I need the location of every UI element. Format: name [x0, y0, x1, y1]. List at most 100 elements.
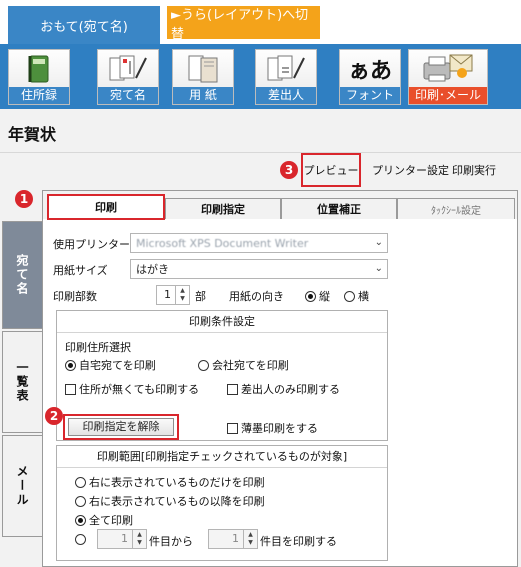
ribbon-label: 差出人: [256, 87, 316, 104]
print-conditions-group: 印刷条件設定 印刷住所選択 自宅宛てを印刷 会社宛てを印刷 住所が無くても印刷す…: [45, 310, 388, 441]
top-tab-bar: おもて(宛て名) ►うら(レイアウト)へ切替: [0, 0, 521, 44]
paper-size-label: 用紙サイズ: [53, 264, 108, 277]
release-button-label: 印刷指定を解除: [68, 418, 174, 436]
sender-icon: [256, 50, 316, 88]
radio-selected-icon: [305, 291, 316, 302]
inner-tab-bar: 印刷 印刷指定 位置補正 ﾀｯｸｼｰﾙ設定: [43, 191, 517, 220]
print-panel: 印刷 印刷指定 位置補正 ﾀｯｸｼｰﾙ設定 使用プリンター Microsoft …: [42, 190, 518, 567]
tab-position-adjust[interactable]: 位置補正: [281, 198, 397, 219]
home-address-radio[interactable]: 自宅宛てを印刷: [65, 357, 156, 373]
spinner-arrows-icon[interactable]: ▲ ▼: [243, 530, 257, 548]
range-to-stepper[interactable]: 1 ▲ ▼: [208, 529, 258, 549]
radio-empty-icon: [75, 496, 86, 507]
orientation-portrait-radio[interactable]: 縦: [305, 288, 330, 304]
checkbox-icon: [227, 423, 238, 434]
tab-print-spec[interactable]: 印刷指定: [165, 198, 281, 219]
side-tab-atena[interactable]: 宛て名: [2, 221, 42, 329]
range-from-label: 件目から: [149, 535, 193, 548]
callout-badge-2: 2: [45, 407, 63, 425]
range-from-stepper[interactable]: 1 ▲ ▼: [97, 529, 147, 549]
company-address-radio[interactable]: 会社宛てを印刷: [198, 357, 289, 373]
chevron-down-icon: ⌄: [374, 263, 383, 274]
radio-label: 右に表示されているもの以降を印刷: [89, 495, 265, 508]
sender-only-checkbox[interactable]: 差出人のみ印刷する: [227, 381, 340, 397]
checkbox-label: 差出人のみ印刷する: [241, 383, 340, 396]
chevron-down-icon: ⌄: [374, 237, 383, 248]
radio-selected-icon: [75, 515, 86, 526]
range-all-radio[interactable]: 全て印刷: [75, 512, 133, 528]
radio-empty-icon: [75, 534, 86, 545]
tab-front-address[interactable]: おもて(宛て名): [8, 6, 160, 44]
ribbon-label: 用 紙: [173, 87, 233, 104]
checkbox-icon: [65, 384, 76, 395]
orientation-label: 用紙の向き: [229, 290, 284, 303]
copies-unit: 部: [195, 290, 206, 303]
copies-value: 1: [164, 288, 171, 301]
range-from-value: 1: [121, 532, 128, 545]
ribbon-address-book-button[interactable]: 住所録: [8, 49, 70, 105]
ribbon-label: 印刷･メール: [409, 87, 487, 104]
range-from-visible-radio[interactable]: 右に表示されているもの以降を印刷: [75, 493, 265, 509]
copies-stepper[interactable]: 1 ▲ ▼: [156, 285, 190, 305]
checkbox-label: 住所が無くても印刷する: [79, 383, 200, 396]
orientation-landscape-radio[interactable]: 横: [344, 288, 369, 304]
radio-label: 全て印刷: [89, 514, 133, 527]
thin-ink-checkbox[interactable]: 薄墨印刷をする: [227, 420, 318, 436]
main-body: 1 宛て名 一覧表 メール 印刷 印刷指定 位置補正 ﾀｯｸｼｰﾙ設定 使用プリ…: [0, 187, 521, 567]
range-to-value: 1: [232, 532, 239, 545]
ribbon-font-button[interactable]: ぁあ フォント: [339, 49, 401, 105]
tab-print[interactable]: 印刷: [47, 194, 165, 220]
radio-label: 自宅宛てを印刷: [79, 359, 156, 372]
printer-value: Microsoft XPS Document Writer: [136, 236, 309, 250]
printer-select[interactable]: Microsoft XPS Document Writer ⌄: [130, 233, 388, 253]
print-range-group: 印刷範囲[印刷指定チェックされているものが対象] 右に表示されているものだけを印…: [56, 445, 388, 561]
callout-badge-1: 1: [15, 190, 33, 208]
tab-tack-seal-settings[interactable]: ﾀｯｸｼｰﾙ設定: [397, 198, 515, 219]
printer-settings-link[interactable]: プリンター設定: [372, 162, 449, 178]
ribbon-label: 宛て名: [98, 87, 158, 104]
printer-mail-icon: [409, 50, 487, 88]
side-tab-mail[interactable]: メール: [2, 435, 42, 537]
radio-label: 縦: [319, 290, 330, 303]
ribbon-label: フォント: [340, 87, 400, 104]
action-bar: 3 プレビュー プリンター設定 印刷実行: [0, 153, 521, 187]
ribbon-sender-button[interactable]: 差出人: [255, 49, 317, 105]
address-select-label: 印刷住所選択: [65, 341, 131, 354]
range-to-label: 件目を印刷する: [260, 535, 337, 548]
radio-label: 右に表示されているものだけを印刷: [89, 476, 265, 489]
paper-icon: [173, 50, 233, 88]
ribbon-addressed-button[interactable]: 宛て名: [97, 49, 159, 105]
print-range-title: 印刷範囲[印刷指定チェックされているものが対象]: [57, 446, 387, 468]
spinner-arrows-icon[interactable]: ▲ ▼: [175, 286, 189, 304]
print-exec-link[interactable]: 印刷実行: [452, 162, 496, 178]
print-conditions-title: 印刷条件設定: [57, 311, 387, 333]
preview-link[interactable]: プレビュー: [301, 153, 361, 187]
checkbox-label: 薄墨印刷をする: [241, 422, 318, 435]
range-custom-radio[interactable]: [75, 533, 89, 546]
ribbon-paper-button[interactable]: 用 紙: [172, 49, 234, 105]
font-icon: ぁあ: [340, 50, 400, 88]
addressed-cards-icon: [98, 50, 158, 88]
ribbon-print-mail-button[interactable]: 印刷･メール: [408, 49, 488, 105]
callout-badge-3: 3: [280, 161, 298, 179]
page-title: 年賀状: [8, 125, 57, 144]
radio-label: 横: [358, 290, 369, 303]
radio-empty-icon: [198, 360, 209, 371]
range-visible-only-radio[interactable]: 右に表示されているものだけを印刷: [75, 474, 265, 490]
ribbon-label: 住所録: [9, 87, 69, 104]
printer-label: 使用プリンター: [53, 238, 130, 251]
paper-size-value: はがき: [136, 263, 169, 276]
radio-empty-icon: [344, 291, 355, 302]
release-print-spec-button[interactable]: 印刷指定を解除: [63, 414, 179, 440]
radio-selected-icon: [65, 360, 76, 371]
spinner-arrows-icon[interactable]: ▲ ▼: [132, 530, 146, 548]
radio-empty-icon: [75, 477, 86, 488]
font-glyph: ぁあ: [347, 59, 392, 84]
tab-back-layout-switch[interactable]: ►うら(レイアウト)へ切替: [167, 6, 320, 42]
radio-label: 会社宛てを印刷: [212, 359, 289, 372]
title-bar: 年賀状: [0, 109, 521, 153]
side-tab-list[interactable]: 一覧表: [2, 331, 42, 433]
print-without-address-checkbox[interactable]: 住所が無くても印刷する: [65, 381, 199, 397]
paper-size-select[interactable]: はがき ⌄: [130, 259, 388, 279]
checkbox-icon: [227, 384, 238, 395]
